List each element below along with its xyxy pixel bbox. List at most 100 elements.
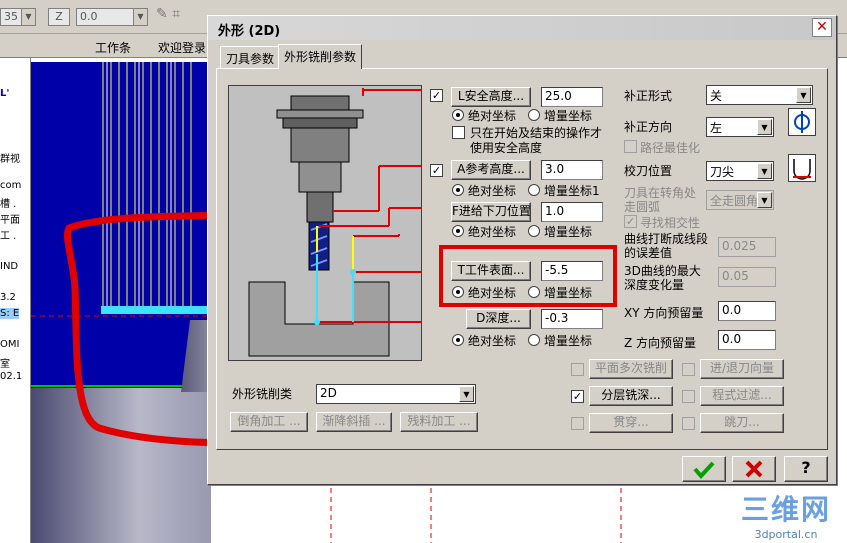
- jump-button[interactable]: 跳刀...: [700, 413, 784, 433]
- jump-checkbox[interactable]: [682, 417, 695, 430]
- feed-plane-incremental-label: 增量坐标: [544, 225, 593, 239]
- clearance-checkbox[interactable]: ✓: [430, 89, 443, 102]
- chevron-down-icon[interactable]: ▼: [757, 163, 772, 179]
- depth-input[interactable]: -0.3: [541, 309, 603, 329]
- max-depth-variance-input[interactable]: 0.05: [718, 267, 776, 287]
- watermark-url: 3dportal.cn: [754, 528, 818, 541]
- dialog-titlebar[interactable]: 外形 (2D) ✕: [208, 16, 836, 40]
- retract-input[interactable]: 3.0: [541, 160, 603, 180]
- clearance-absolute-radio[interactable]: [452, 109, 464, 121]
- watermark-logo: 三维网 3dportal.cn: [741, 488, 831, 541]
- tip-comp-value: 刀尖: [710, 165, 735, 179]
- depth-cuts-checkbox[interactable]: ✓: [571, 390, 584, 403]
- contour-type-value: 2D: [320, 386, 337, 400]
- chevron-down-icon[interactable]: ▼: [133, 9, 147, 25]
- multi-passes-checkbox[interactable]: [571, 363, 584, 376]
- depth-absolute-radio[interactable]: [452, 334, 464, 346]
- toolbar-z-button[interactable]: Z: [48, 8, 70, 26]
- cancel-x-icon: [745, 460, 763, 478]
- clearance-button[interactable]: L安全高度...: [451, 87, 531, 107]
- dialog-title: 外形 (2D): [218, 24, 281, 39]
- retract-incremental-label: 增量坐标1: [544, 184, 600, 198]
- lead-in-out-button[interactable]: 进/退刀向量: [700, 359, 784, 379]
- multi-passes-button[interactable]: 平面多次铣削: [589, 359, 673, 379]
- toolbar-combo-2[interactable]: 0.0 ▼: [76, 8, 148, 26]
- left-panel-text: 群视: [0, 154, 20, 165]
- xy-stock-label: XY 方向预留量: [624, 306, 704, 320]
- height-illustration: [228, 85, 422, 361]
- feed-plane-button[interactable]: F进给下刀位置...: [451, 202, 531, 222]
- ramp-button[interactable]: 渐降斜插 ...: [316, 412, 392, 432]
- chevron-down-icon[interactable]: ▼: [757, 192, 772, 208]
- filter-checkbox[interactable]: [682, 390, 695, 403]
- linear-tolerance-label-2: 的误差值: [624, 246, 673, 260]
- left-panel-text: 工 .: [0, 231, 17, 242]
- depth-cuts-button[interactable]: 分层铣深...: [589, 386, 673, 406]
- help-button[interactable]: ?: [784, 456, 828, 482]
- app-tab-welcome[interactable]: 欢迎登录: [158, 39, 206, 56]
- close-button[interactable]: ✕: [812, 18, 832, 37]
- ok-button[interactable]: [682, 456, 726, 482]
- left-panel-text: 3.2: [0, 292, 16, 303]
- retract-absolute-radio[interactable]: [452, 184, 464, 196]
- optimize-checkbox[interactable]: [624, 140, 637, 153]
- chevron-down-icon[interactable]: ▼: [757, 119, 772, 135]
- clearance-incremental-label: 增量坐标: [544, 109, 593, 123]
- z-stock-input[interactable]: 0.0: [718, 330, 776, 350]
- chevron-down-icon[interactable]: ▼: [459, 386, 474, 402]
- feed-plane-incremental-radio[interactable]: [528, 225, 540, 237]
- comp-direction-select[interactable]: 左 ▼: [706, 117, 774, 137]
- feed-plane-input[interactable]: 1.0: [541, 202, 603, 222]
- retract-absolute-label: 绝对坐标: [468, 184, 517, 198]
- clearance-incremental-radio[interactable]: [528, 109, 540, 121]
- retract-button[interactable]: A参考高度...: [451, 160, 531, 180]
- contour-dialog: 外形 (2D) ✕ 刀具参数 外形铣削参数 ✓ L安全高度... 25.0 绝对…: [207, 15, 837, 485]
- close-icon: ✕: [816, 19, 828, 35]
- tool-diagram: [248, 88, 421, 357]
- tabs-button[interactable]: 贯穿...: [589, 413, 673, 433]
- chamfer-button[interactable]: 倒角加工 ...: [230, 412, 308, 432]
- find-intersect-checkbox[interactable]: ✓: [624, 215, 637, 228]
- depth-incremental-label: 增量坐标: [544, 334, 593, 348]
- toolbar-combo-1[interactable]: 35 ▼: [0, 8, 36, 26]
- lead-in-out-checkbox[interactable]: [682, 363, 695, 376]
- depth-button[interactable]: D深度...: [466, 309, 531, 329]
- left-panel-text: S: E: [0, 308, 20, 319]
- feed-plane-absolute-label: 绝对坐标: [468, 225, 517, 239]
- tabs-checkbox[interactable]: [571, 417, 584, 430]
- feed-plane-absolute-radio[interactable]: [452, 225, 464, 237]
- tip-comp-icon: [788, 154, 816, 182]
- app-tab-worklist[interactable]: 工作条: [95, 39, 131, 56]
- linear-tolerance-input[interactable]: 0.025: [718, 237, 776, 257]
- toolbar-combo-2-value: 0.0: [80, 10, 98, 23]
- chevron-down-icon[interactable]: ▼: [796, 87, 811, 103]
- clearance-input[interactable]: 25.0: [541, 87, 603, 107]
- retract-incremental-radio[interactable]: [528, 184, 540, 196]
- depth-incremental-radio[interactable]: [528, 334, 540, 346]
- contour-type-select[interactable]: 2D ▼: [316, 384, 476, 404]
- comp-type-label: 补正形式: [624, 89, 673, 103]
- roll-corner-label-2: 走圆弧: [624, 200, 661, 214]
- cancel-button[interactable]: [732, 456, 776, 482]
- roll-corner-select[interactable]: 全走圆角 ▼: [706, 190, 774, 210]
- tab-tool-parameters[interactable]: 刀具参数: [220, 46, 281, 68]
- filter-button[interactable]: 程式过滤...: [700, 386, 784, 406]
- toolbar-tool-icons[interactable]: ✎ ⌗: [156, 6, 180, 22]
- remachining-button[interactable]: 残料加工 ...: [400, 412, 478, 432]
- help-icon: ?: [801, 458, 811, 477]
- retract-checkbox[interactable]: ✓: [430, 164, 443, 177]
- left-panel-text: IND: [0, 261, 19, 272]
- depth-absolute-label: 绝对坐标: [468, 334, 517, 348]
- comp-type-select[interactable]: 关 ▼: [706, 85, 813, 105]
- z-stock-label: Z 方向预留量: [624, 336, 697, 350]
- chevron-down-icon[interactable]: ▼: [21, 9, 35, 25]
- tab-contour-parameters[interactable]: 外形铣削参数: [278, 44, 363, 69]
- left-panel-text: 室: [0, 359, 10, 370]
- only-start-end-checkbox[interactable]: [452, 126, 465, 139]
- comp-direction-icon: [788, 108, 816, 136]
- xy-stock-input[interactable]: 0.0: [718, 301, 776, 321]
- watermark-title: 三维网: [741, 493, 832, 526]
- checkmark-icon: [693, 461, 715, 480]
- left-panel-text: 02.1: [0, 371, 23, 382]
- tip-comp-select[interactable]: 刀尖 ▼: [706, 161, 774, 181]
